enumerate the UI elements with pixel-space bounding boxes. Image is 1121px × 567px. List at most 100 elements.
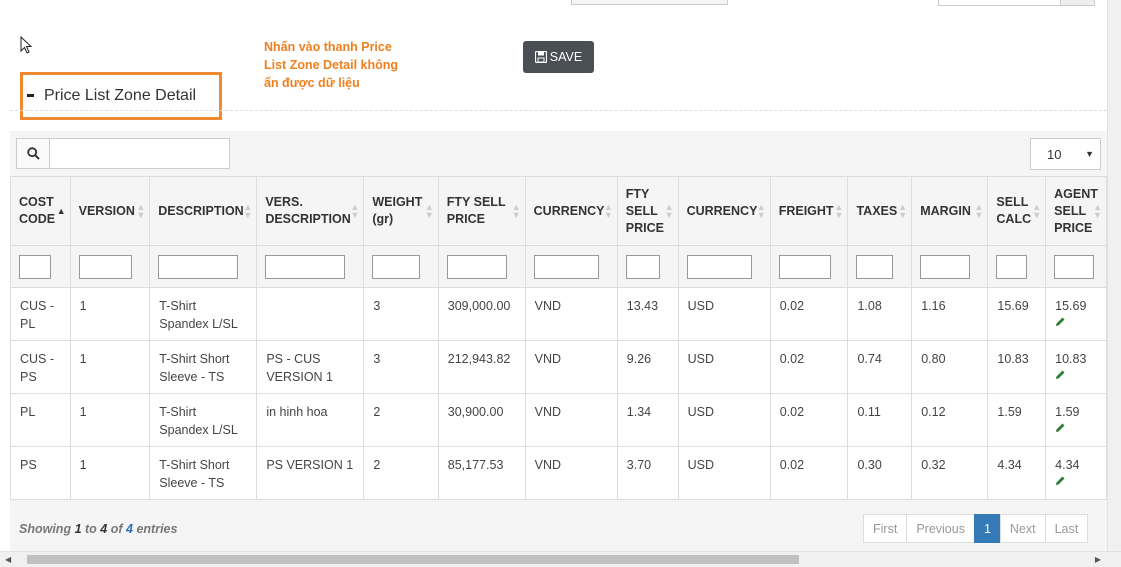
top-input-fragment[interactable] [571,0,728,5]
column-filter-input[interactable] [920,254,971,279]
cell-value: PS VERSION 1 [266,458,354,472]
column-header[interactable]: COST CODE ▲ [10,176,71,246]
column-header[interactable]: FTY SELL PRICE ▲ ▼ [616,176,679,246]
cell-value: 0.32 [921,458,946,472]
data-table: COST CODE ▲ VERSION ▲ ▼ DESCRIPTION ▲ ▼ VERS. DE… [10,176,1107,500]
sort-icon: ▲ ▼ [756,202,766,220]
search-input[interactable] [49,138,230,169]
column-header-label: FTY SELL PRICE [446,195,506,226]
column-filter-input[interactable] [778,254,831,279]
table-cell: 1.59 [987,393,1047,447]
column-header[interactable]: CURRENCY ▲ ▼ [524,176,618,246]
pagination-previous[interactable]: Previous [906,514,975,543]
pagination-last[interactable]: Last [1044,514,1089,543]
column-header[interactable]: FTY SELL PRICE ▲ ▼ [437,176,526,246]
column-header[interactable]: AGENT SELL PRICE ▲ ▼ [1045,176,1107,246]
column-header[interactable]: CURRENCY ▲ ▼ [677,176,771,246]
cell-value: CUS - PS [20,352,55,384]
table-cell: 1 [69,393,151,447]
column-header[interactable]: FREIGHT ▲ ▼ [769,176,849,246]
table-cell: 10.83 [987,340,1047,394]
page-size-select[interactable]: 10 ▼ [1030,138,1101,170]
table-cell: T-Shirt Spandex L/SL [149,393,258,447]
column-filter-cell [149,245,258,288]
column-filter-input[interactable] [265,254,346,279]
table-cell: 0.80 [911,340,989,394]
table-cell: 1.16 [911,287,989,341]
table-row[interactable]: CUS - PS 1 T-Shirt Short Sleeve - TS PS - C… [10,340,1107,394]
cell-value: USD [687,352,714,366]
column-header[interactable]: MARGIN ▲ ▼ [911,176,989,246]
cell-value: VND [534,352,562,366]
column-filter-input[interactable] [19,254,51,279]
column-header[interactable]: TAXES ▲ ▼ [847,176,913,246]
section-header-toggle[interactable]: Price List Zone Detail [20,72,222,120]
column-filter-input[interactable] [533,254,599,279]
column-filter-input[interactable] [372,254,421,279]
cell-value: PL [20,405,36,419]
table-cell: 1.08 [847,287,913,341]
column-header-label: TAXES [856,203,898,218]
table-cell: VND [524,393,618,447]
top-select-fragment[interactable] [938,0,1095,6]
table-cell: 1.34 [616,393,679,447]
cell-value: 0.80 [921,352,946,366]
horizontal-scrollbar[interactable]: ◀ ▶ [0,551,1121,567]
column-filter-input[interactable] [996,254,1028,279]
search-button[interactable] [16,138,49,169]
column-header[interactable]: VERSION ▲ ▼ [69,176,151,246]
pagination-next[interactable]: Next [999,514,1046,543]
sort-ascending-icon: ▲ [56,206,66,216]
table-cell: 9.26 [616,340,679,394]
table-row[interactable]: PS 1 T-Shirt Short Sleeve - TS PS VERSION 1… [10,446,1107,500]
table-cell: CUS - PS [10,340,71,394]
table-cell: 2 [363,446,439,500]
column-header[interactable]: VERS. DESCRIPTION ▲ ▼ [256,176,365,246]
divider [10,110,1107,111]
section-title: Price List Zone Detail [44,87,197,104]
column-filter-input[interactable] [1054,254,1095,279]
scrollbar-thumb[interactable] [27,555,799,564]
pencil-icon[interactable] [1055,369,1066,380]
scroll-right-arrow-icon[interactable]: ▶ [1095,555,1101,564]
table-cell: 4.34 [1045,446,1107,500]
column-header[interactable]: SELL CALC ▲ ▼ [987,176,1047,246]
cell-value: 212,943.82 [447,352,511,366]
column-filter-input[interactable] [856,254,894,279]
pagination-first[interactable]: First [863,514,908,543]
cell-value: VND [534,405,562,419]
column-filter-input[interactable] [625,254,660,279]
pencil-icon[interactable] [1055,316,1066,327]
column-filter-input[interactable] [686,254,752,279]
pencil-icon[interactable] [1055,475,1066,486]
table-cell: 1 [69,340,151,394]
column-filter-cell [1045,245,1107,288]
pagination-current[interactable]: 1 [973,514,1001,543]
cell-value: 15.69 [1055,299,1087,313]
pencil-icon[interactable] [1055,422,1066,433]
table-cell: PS [10,446,71,500]
cell-value: 30,900.00 [447,405,504,419]
cell-value: 1.16 [921,299,946,313]
table-row[interactable]: CUS - PL 1 T-Shirt Spandex L/SL 3 309,000.00… [10,287,1107,341]
cell-value: T-Shirt Short Sleeve - TS [159,352,230,384]
table-cell: 10.83 [1045,340,1107,394]
table-cell: 3.70 [616,446,679,500]
vertical-scrollbar[interactable] [1107,0,1121,551]
table-cell: 1 [69,446,151,500]
scroll-left-arrow-icon[interactable]: ◀ [5,555,11,564]
table-cell: T-Shirt Spandex L/SL [149,287,258,341]
page-size-value: 10 [1047,146,1062,162]
table-row[interactable]: PL 1 T-Shirt Spandex L/SL in hinh hoa 2 30,90… [10,393,1107,447]
table-cell: 4.34 [987,446,1047,500]
column-filter-input[interactable] [446,254,507,279]
search-group [16,138,230,169]
save-button[interactable]: SAVE [523,41,594,73]
table-cell: CUS - PL [10,287,71,341]
column-header[interactable]: DESCRIPTION ▲ ▼ [149,176,258,246]
column-filter-input[interactable] [78,254,132,279]
data-table-wrapper[interactable]: COST CODE ▲ VERSION ▲ ▼ DESCRIPTION ▲ ▼ VERS. DE… [10,176,1107,500]
column-filter-input[interactable] [158,254,239,279]
sort-icon: ▲ ▼ [1093,202,1102,220]
column-header[interactable]: WEIGHT (gr) ▲ ▼ [363,176,439,246]
